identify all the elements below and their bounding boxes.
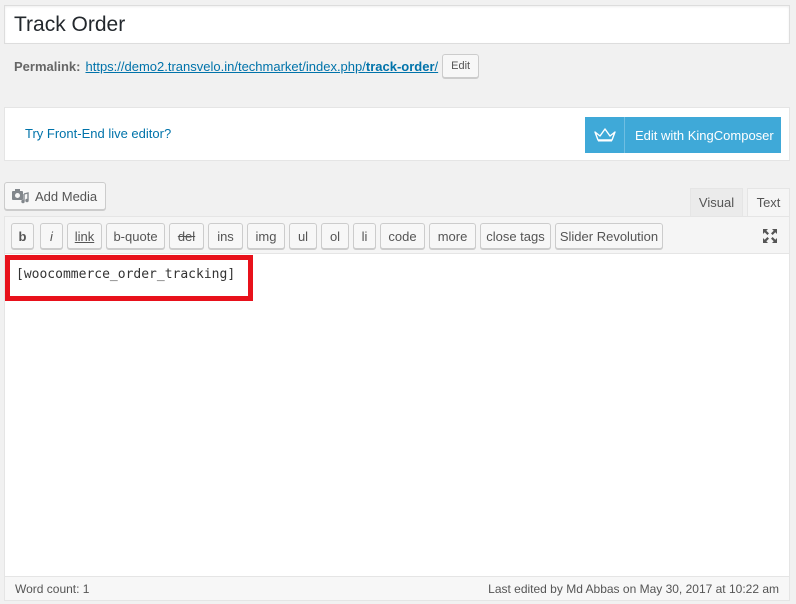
crown-icon xyxy=(585,117,625,153)
permalink-label: Permalink: xyxy=(14,58,81,74)
qt-more-button[interactable]: more xyxy=(429,223,476,249)
post-title-input[interactable]: Track Order xyxy=(4,5,790,44)
edit-with-kingcomposer-button[interactable]: Edit with KingComposer xyxy=(585,117,781,153)
last-edited: Last edited by Md Abbas on May 30, 2017 … xyxy=(488,582,779,596)
qt-ol-button[interactable]: ol xyxy=(321,223,349,249)
qt-close-tags-button[interactable]: close tags xyxy=(480,223,551,249)
post-title-text: Track Order xyxy=(14,13,126,36)
qt-img-button[interactable]: img xyxy=(247,223,285,249)
qt-code-button[interactable]: code xyxy=(380,223,425,249)
qt-italic-button[interactable]: i xyxy=(40,223,63,249)
camera-music-icon xyxy=(11,188,29,204)
tab-text[interactable]: Text xyxy=(747,188,790,216)
editor-status-bar: Word count: 1 Last edited by Md Abbas on… xyxy=(5,576,789,600)
highlight-box xyxy=(5,255,253,301)
permalink-url-base: https://demo2.transvelo.in/techmarket/in… xyxy=(85,58,366,74)
qt-bold-button[interactable]: b xyxy=(11,223,34,249)
edit-with-kingcomposer-label: Edit with KingComposer xyxy=(635,127,774,143)
permalink-edit-button[interactable]: Edit xyxy=(442,54,480,78)
qt-slider-revolution-button[interactable]: Slider Revolution xyxy=(555,223,663,249)
qt-del-button[interactable]: del xyxy=(169,223,204,249)
add-media-label: Add Media xyxy=(35,188,98,204)
qt-link-button[interactable]: link xyxy=(67,223,102,249)
add-media-button[interactable]: Add Media xyxy=(4,182,107,210)
permalink-slug: track-order xyxy=(365,58,435,74)
permalink-trailing: / xyxy=(434,58,439,74)
text-editor[interactable]: b i link b-quote del ins img ul ol li co… xyxy=(4,216,790,601)
permalink-link[interactable]: https://demo2.transvelo.in/techmarket/in… xyxy=(85,59,438,74)
qt-ul-button[interactable]: ul xyxy=(289,223,317,249)
permalink-row: Permalink: https://demo2.transvelo.in/te… xyxy=(14,54,480,78)
qt-li-button[interactable]: li xyxy=(353,223,376,249)
qt-ins-button[interactable]: ins xyxy=(208,223,243,249)
tab-visual[interactable]: Visual xyxy=(690,188,743,216)
fullscreen-icon[interactable] xyxy=(760,226,780,246)
word-count: Word count: 1 xyxy=(15,582,90,596)
try-frontend-editor-link[interactable]: Try Front-End live editor? xyxy=(25,126,171,141)
quicktags-toolbar: b i link b-quote del ins img ul ol li co… xyxy=(5,217,789,254)
kingcomposer-bar: Try Front-End live editor? Edit with Kin… xyxy=(4,107,790,161)
qt-blockquote-button[interactable]: b-quote xyxy=(106,223,165,249)
